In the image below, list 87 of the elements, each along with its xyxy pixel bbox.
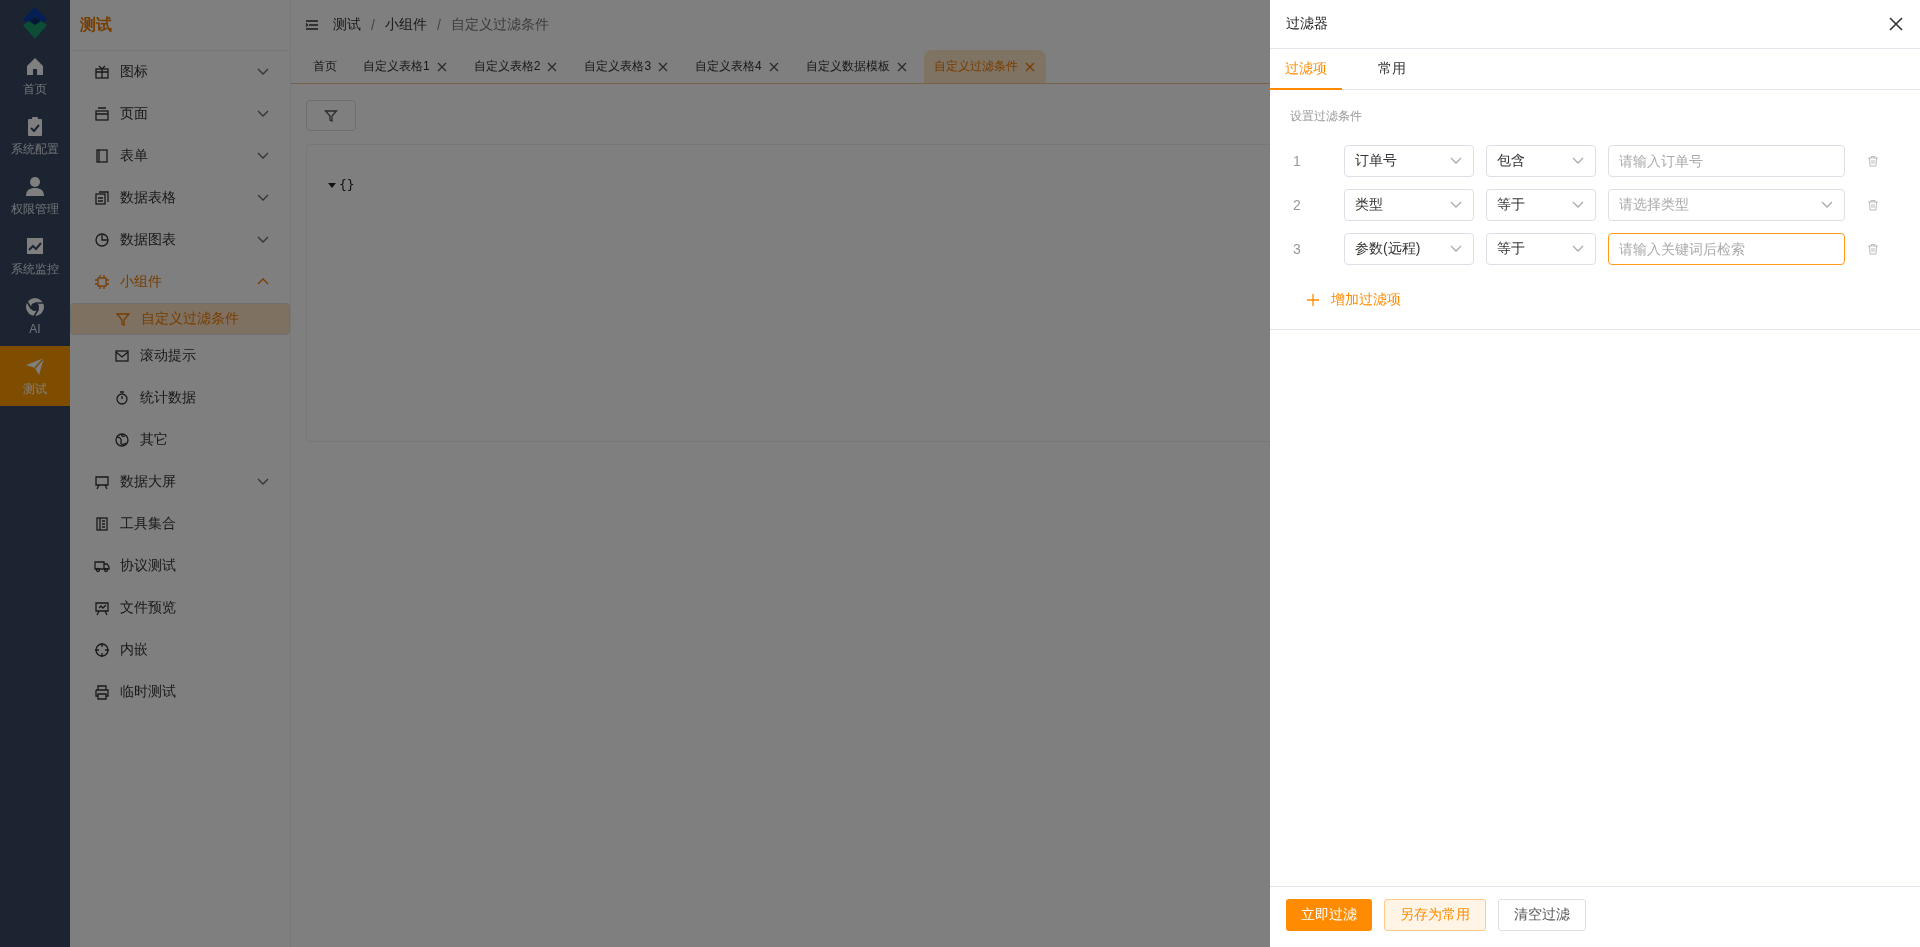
breadcrumb-separator: / — [371, 17, 375, 33]
operator-select[interactable]: 包含 — [1486, 145, 1596, 177]
menu-item[interactable]: 数据大屏 — [70, 461, 290, 503]
printer-icon — [94, 684, 110, 700]
breadcrumb-link[interactable]: 自定义过滤条件 — [450, 16, 549, 34]
nav-rail-item[interactable]: AI — [0, 286, 70, 346]
user-icon — [24, 174, 46, 197]
page-tab[interactable]: 自定义表格1 — [353, 50, 458, 83]
value-select[interactable]: 请选择类型 — [1608, 189, 1845, 221]
breadcrumb-separator: / — [436, 17, 441, 33]
filter-icon — [115, 311, 131, 327]
menu-item[interactable]: 数据表格 — [70, 177, 290, 219]
nav-rail-item[interactable]: 系统监控 — [0, 226, 70, 286]
close-button[interactable] — [1888, 16, 1904, 32]
menu-item[interactable]: 工具集合 — [70, 503, 290, 545]
value-input[interactable]: 请输入关键词后检索 — [1608, 233, 1845, 265]
operator-select[interactable]: 等于 — [1486, 189, 1596, 221]
field-select[interactable]: 订单号 — [1344, 145, 1474, 177]
plus-icon — [1307, 294, 1319, 306]
truck-icon — [94, 558, 110, 574]
mail-icon — [114, 348, 130, 364]
close-icon — [1888, 16, 1904, 32]
close-icon — [895, 60, 908, 73]
pie-chart-icon — [94, 232, 110, 248]
sidebar-title: 测试 — [70, 0, 290, 51]
row-number: 2 — [1292, 197, 1302, 213]
delete-button[interactable] — [1867, 155, 1879, 167]
section-hint: 设置过滤条件 — [1290, 108, 1363, 125]
json-text: {} — [339, 177, 355, 192]
drawer-title: 过滤器 — [1286, 15, 1328, 33]
field-select[interactable]: 参数(远程) — [1344, 233, 1474, 265]
menu-item[interactable]: 内嵌 — [70, 629, 290, 671]
page-tab[interactable]: 首页 — [303, 50, 347, 83]
drawer-tab[interactable]: 过滤项 — [1270, 49, 1342, 90]
nav-rail-item[interactable]: 权限管理 — [0, 166, 70, 226]
submenu-item[interactable]: 统计数据 — [70, 377, 290, 419]
menu-icon — [305, 18, 319, 32]
delete-button[interactable] — [1867, 243, 1879, 255]
nav-rail-item[interactable]: 系统配置 — [0, 106, 70, 166]
filter-button[interactable] — [306, 100, 356, 131]
easel-icon — [94, 474, 110, 490]
add-filter-button[interactable]: 增加过滤项 — [1307, 291, 1401, 309]
row-number: 1 — [1292, 153, 1302, 169]
stopwatch-icon — [114, 390, 130, 406]
nav-rail-item[interactable]: 首页 — [0, 46, 70, 106]
window-icon — [94, 106, 110, 122]
copy-icon — [94, 190, 110, 206]
close-icon — [767, 60, 780, 73]
page-tab[interactable]: 自定义表格4 — [685, 50, 790, 83]
aperture-icon — [24, 296, 46, 318]
close-icon — [435, 60, 448, 73]
action-button[interactable]: 清空过滤 — [1498, 899, 1586, 931]
page-tab[interactable]: 自定义表格2 — [463, 50, 569, 83]
submenu-item[interactable]: 其它 — [70, 419, 290, 461]
menu-item[interactable]: 数据图表 — [70, 219, 290, 261]
close-icon — [1023, 60, 1036, 73]
page-tab[interactable]: 自定义数据模板 — [795, 50, 918, 83]
notebook-icon — [94, 148, 110, 164]
menu-item[interactable]: 协议测试 — [70, 545, 290, 587]
globe-icon — [114, 432, 130, 448]
value-input[interactable]: 请输入订单号 — [1608, 145, 1845, 177]
trash-icon — [1867, 243, 1879, 255]
close-icon — [657, 60, 670, 73]
trash-icon — [1867, 199, 1879, 211]
drawer-tab[interactable]: 常用 — [1342, 49, 1442, 90]
menu-item[interactable]: 页面 — [70, 93, 290, 135]
breadcrumb-link[interactable]: 小组件 — [384, 16, 427, 34]
menu-item[interactable]: 表单 — [70, 135, 290, 177]
breadcrumb-link[interactable]: 测试 — [333, 16, 361, 34]
page-tab[interactable]: 自定义表格3 — [574, 50, 680, 83]
row-number: 3 — [1292, 241, 1302, 257]
operator-select[interactable]: 等于 — [1486, 233, 1596, 265]
action-button[interactable]: 立即过滤 — [1286, 899, 1372, 931]
trash-icon — [1867, 155, 1879, 167]
menu-item[interactable]: 临时测试 — [70, 671, 290, 713]
close-icon — [546, 60, 559, 73]
submenu-item[interactable]: 滚动提示 — [70, 335, 290, 377]
presentation-icon — [94, 600, 110, 616]
field-select[interactable]: 类型 — [1344, 189, 1474, 221]
menu-item[interactable]: 图标 — [70, 51, 290, 93]
document-icon — [94, 516, 110, 532]
delete-button[interactable] — [1867, 199, 1879, 211]
menu-item[interactable]: 文件预览 — [70, 587, 290, 629]
gift-icon — [94, 64, 110, 80]
crosshair-icon — [94, 642, 110, 658]
chip-icon — [94, 274, 110, 290]
filter-icon — [324, 108, 338, 123]
